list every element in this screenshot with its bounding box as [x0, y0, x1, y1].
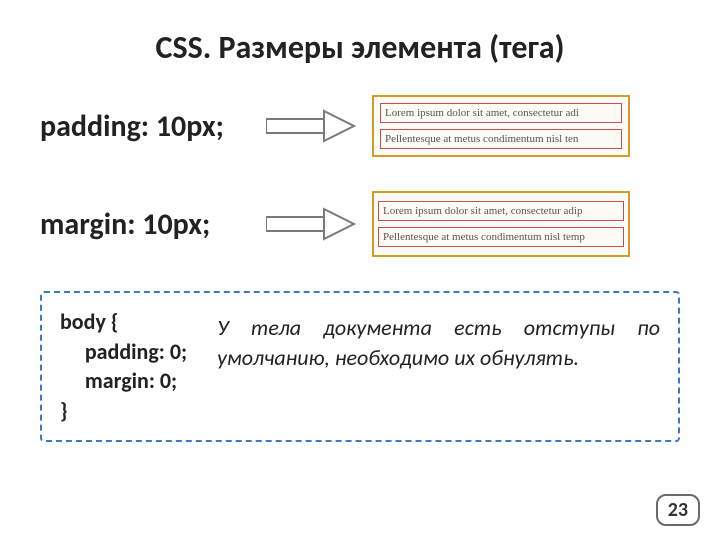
- arrow-icon: [266, 207, 356, 241]
- label-padding: padding: 10px;: [40, 108, 250, 145]
- slide: CSS. Размеры элемента (тега) padding: 10…: [0, 0, 720, 540]
- lorem-line: Pellentesque at metus condimentum nisl t…: [378, 227, 624, 247]
- row-margin: margin: 10px; Lorem ipsum dolor sit amet…: [40, 191, 680, 257]
- note-box: body { padding: 0; margin: 0; } У тела д…: [40, 291, 680, 442]
- label-margin: margin: 10px;: [40, 206, 250, 243]
- page-number: 23: [656, 494, 700, 526]
- code-snippet: body { padding: 0; margin: 0; }: [60, 307, 187, 426]
- preview-margin: Lorem ipsum dolor sit amet, consectetur …: [372, 191, 630, 257]
- preview-padding: Lorem ipsum dolor sit amet, consectetur …: [372, 95, 630, 157]
- lorem-line: Lorem ipsum dolor sit amet, consectetur …: [378, 201, 624, 221]
- lorem-line: Pellentesque at metus condimentum nisl t…: [380, 129, 622, 149]
- row-padding: padding: 10px; Lorem ipsum dolor sit ame…: [40, 95, 680, 157]
- page-title: CSS. Размеры элемента (тега): [40, 28, 680, 67]
- lorem-line: Lorem ipsum dolor sit amet, consectetur …: [380, 103, 622, 123]
- arrow-icon: [266, 109, 356, 143]
- note-text: У тела документа есть отступы по умолчан…: [217, 307, 660, 372]
